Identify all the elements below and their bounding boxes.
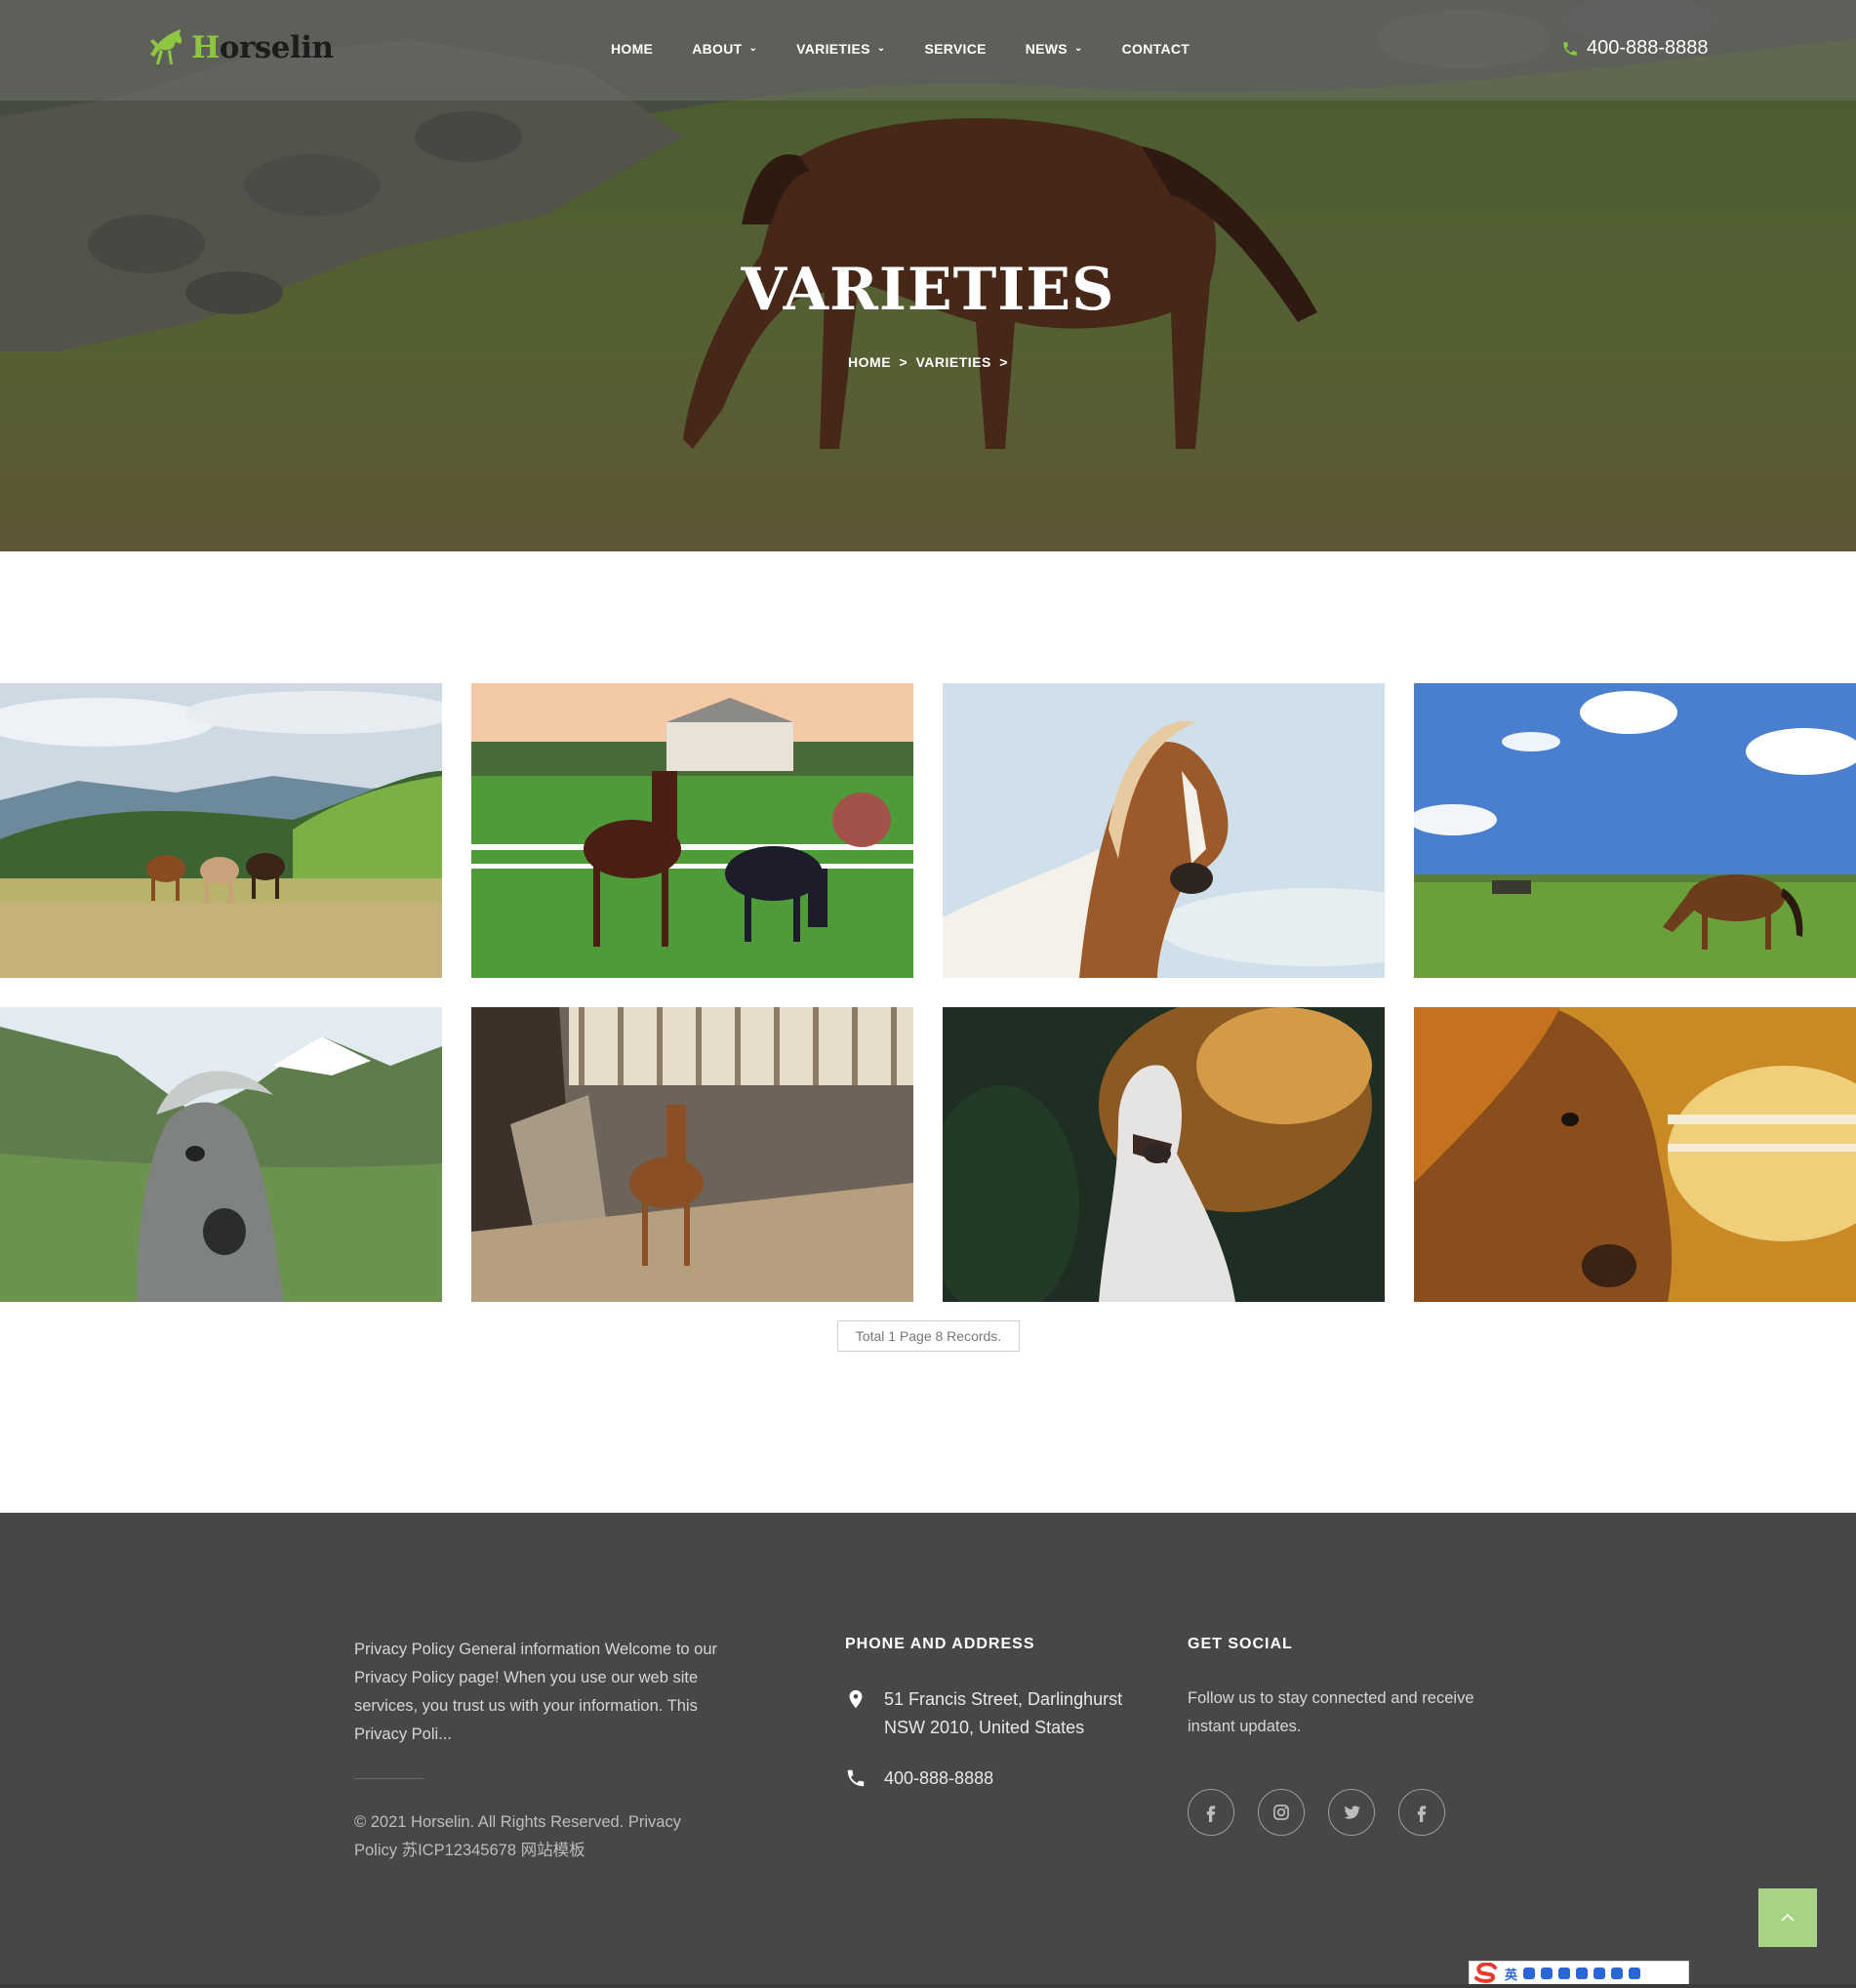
header-phone[interactable]: 400-888-8888: [1561, 37, 1709, 60]
chevron-down-icon: ⌄: [1073, 43, 1083, 54]
phone-icon: [847, 1769, 865, 1787]
facebook-link[interactable]: [1188, 1789, 1234, 1836]
facebook-icon: [1206, 1805, 1216, 1822]
breadcrumb-separator: >: [899, 354, 908, 370]
header-phone-number: 400-888-8888: [1587, 37, 1709, 59]
facebook-icon: [1417, 1805, 1427, 1822]
breadcrumb-separator: >: [999, 354, 1008, 370]
location-pin-icon: [849, 1689, 863, 1709]
twitter-link[interactable]: [1328, 1789, 1375, 1836]
gallery-image: [943, 1007, 1385, 1302]
phone-address-heading: PHONE AND ADDRESS: [845, 1636, 1035, 1652]
twitter-icon: [1344, 1805, 1361, 1819]
footer-address: 51 Francis Street, Darlinghurst NSW 2010…: [845, 1685, 1148, 1742]
page-title: VARIETIES: [741, 256, 1115, 324]
nav-item-news[interactable]: NEWS ⌄: [1026, 41, 1083, 57]
nav-item-service[interactable]: SERVICE: [924, 41, 986, 57]
social-description: Follow us to stay connected and receive …: [1188, 1689, 1474, 1735]
gallery-image: [471, 683, 913, 978]
site-footer: Privacy Policy General information Welco…: [0, 1513, 1856, 1988]
nav-item-home[interactable]: HOME: [611, 41, 653, 57]
toolbox-icon[interactable]: [1629, 1968, 1641, 1979]
punctuation-icon[interactable]: [1523, 1968, 1536, 1979]
social-links: [1188, 1789, 1445, 1836]
gallery-image: [943, 683, 1385, 978]
breadcrumb: HOME > VARIETIES >: [0, 354, 1856, 370]
hero-banner: Horselin HOME ABOUT ⌄ VARIETIES ⌄ SERVICE …: [0, 0, 1856, 551]
user-icon[interactable]: [1594, 1968, 1606, 1979]
nav-item-varieties[interactable]: VARIETIES ⌄: [796, 41, 885, 57]
footer-phone[interactable]: 400-888-8888: [845, 1765, 1148, 1793]
top-navigation-bar: Horselin HOME ABOUT ⌄ VARIETIES ⌄ SERVICE …: [0, 0, 1856, 101]
gallery-image: [0, 683, 442, 978]
ime-toolbar[interactable]: 英: [1469, 1961, 1689, 1986]
skin-icon[interactable]: [1611, 1968, 1624, 1979]
gallery-image: [1414, 683, 1856, 978]
nav-item-contact[interactable]: CONTACT: [1122, 41, 1190, 57]
chevron-down-icon: ⌄: [876, 43, 886, 54]
gallery-item-white-horse-in-forest[interactable]: [943, 1007, 1385, 1302]
gallery-image: [1414, 1007, 1856, 1302]
gallery-item-horses-in-mountain-meadow[interactable]: [0, 683, 442, 978]
instagram-icon: [1273, 1805, 1289, 1820]
keyboard-icon[interactable]: [1576, 1968, 1589, 1979]
pagination-summary: Total 1 Page 8 Records.: [837, 1320, 1020, 1352]
facebook-link[interactable]: [1398, 1789, 1445, 1836]
logo[interactable]: Horselin: [146, 27, 334, 68]
footer-phone-number: 400-888-8888: [884, 1768, 994, 1788]
privacy-excerpt[interactable]: Privacy Policy General information Welco…: [354, 1636, 725, 1749]
phone-icon: [1563, 41, 1577, 56]
get-social-heading: GET SOCIAL: [1188, 1636, 1293, 1652]
microphone-icon[interactable]: [1558, 1968, 1571, 1979]
breadcrumb-varieties[interactable]: VARIETIES: [916, 354, 991, 370]
nav-item-about[interactable]: ABOUT ⌄: [692, 41, 757, 57]
chevron-up-icon: [1781, 1913, 1795, 1922]
breadcrumb-home[interactable]: HOME: [848, 354, 891, 370]
gallery-item-pinto-horse-portrait-sky[interactable]: [943, 683, 1385, 978]
gallery-item-horses-on-ranch-pasture[interactable]: [471, 683, 913, 978]
back-to-top-button[interactable]: [1758, 1888, 1817, 1947]
copyright-text: © 2021 Horselin. All Rights Reserved. Pr…: [354, 1813, 681, 1859]
gallery-item-horse-in-stable-arena[interactable]: [471, 1007, 913, 1302]
address-text: 51 Francis Street, Darlinghurst NSW 2010…: [884, 1689, 1123, 1737]
sogou-logo-icon: [1474, 1963, 1497, 1983]
gallery-item-horse-grazing-open-field[interactable]: [1414, 683, 1856, 978]
chevron-down-icon: ⌄: [748, 43, 758, 54]
horse-logo-icon: [150, 29, 182, 64]
taskbar-edge: [0, 1984, 1856, 1988]
ime-language-toggle[interactable]: 英: [1505, 1965, 1517, 1983]
gallery-image: [471, 1007, 913, 1302]
footer-divider: [354, 1778, 424, 1779]
brand-name: Horselin: [191, 30, 334, 65]
gallery-item-golden-horse-portrait-sunset[interactable]: [1414, 1007, 1856, 1302]
gallery-item-grey-pony-in-mountains[interactable]: [0, 1007, 442, 1302]
gallery-image: [0, 1007, 442, 1302]
main-nav: HOME ABOUT ⌄ VARIETIES ⌄ SERVICE NEWS ⌄ CON…: [611, 41, 1229, 57]
instagram-link[interactable]: [1258, 1789, 1305, 1836]
emoji-icon[interactable]: [1541, 1968, 1553, 1979]
